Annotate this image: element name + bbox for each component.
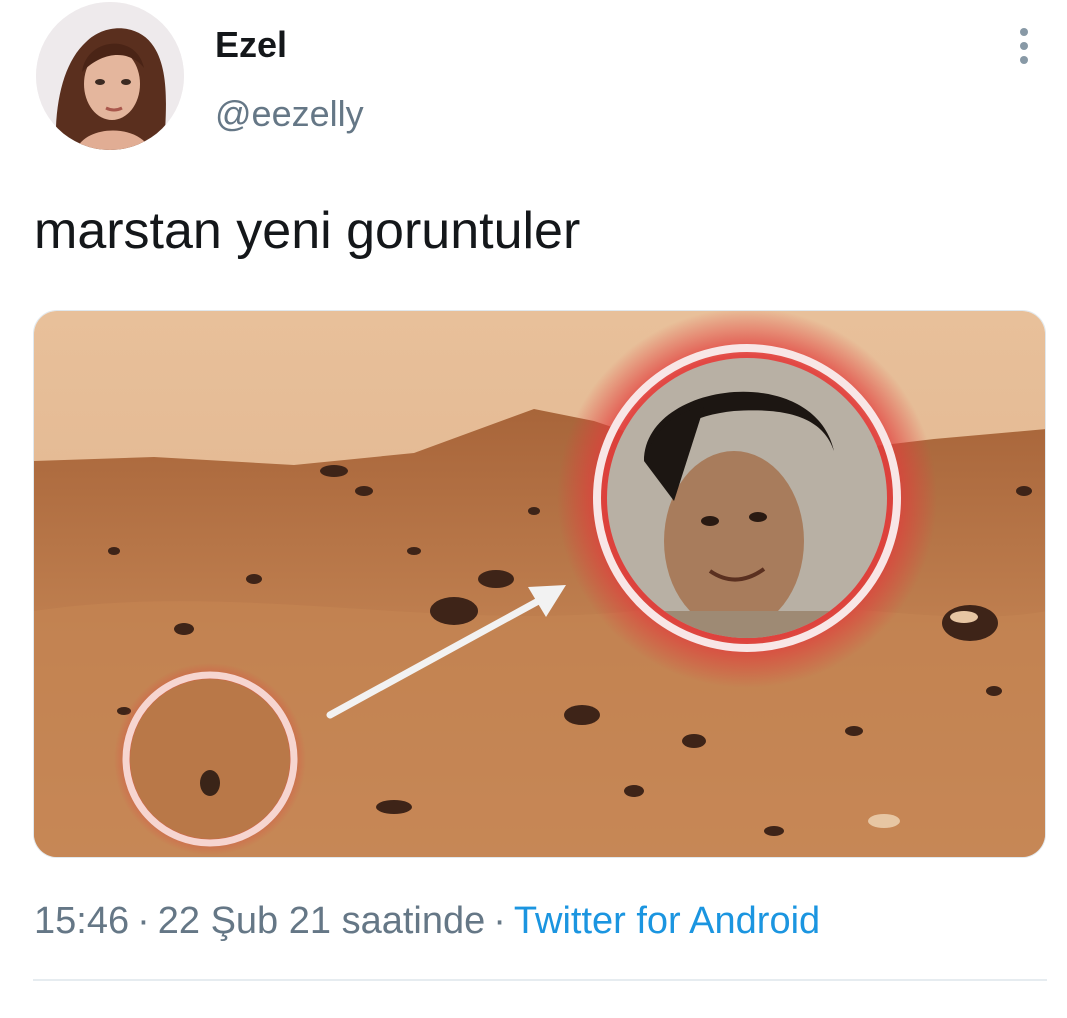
meta-separator: ·: [137, 900, 150, 942]
tweet-date: 22 Şub 21 saatinde: [157, 900, 486, 942]
more-options-button[interactable]: [1004, 24, 1044, 68]
divider: [33, 979, 1047, 981]
tweet-time: 15:46: [34, 900, 130, 942]
author-handle[interactable]: @eezelly: [215, 93, 364, 135]
avatar-image: [36, 2, 184, 150]
vertical-ellipsis-icon: [1020, 28, 1028, 64]
author-display-name[interactable]: Ezel: [215, 24, 287, 66]
tweet-media-image[interactable]: [33, 310, 1046, 858]
tweet-metadata: 15:46 · 22 Şub 21 saatinde · Twitter for And…: [34, 898, 820, 944]
tweet-text: marstan yeni goruntuler: [34, 202, 581, 260]
avatar[interactable]: [36, 2, 184, 150]
mars-surface-photo: [34, 311, 1045, 857]
tweet-source-link[interactable]: Twitter for Android: [514, 900, 820, 942]
meta-separator: ·: [493, 900, 506, 942]
